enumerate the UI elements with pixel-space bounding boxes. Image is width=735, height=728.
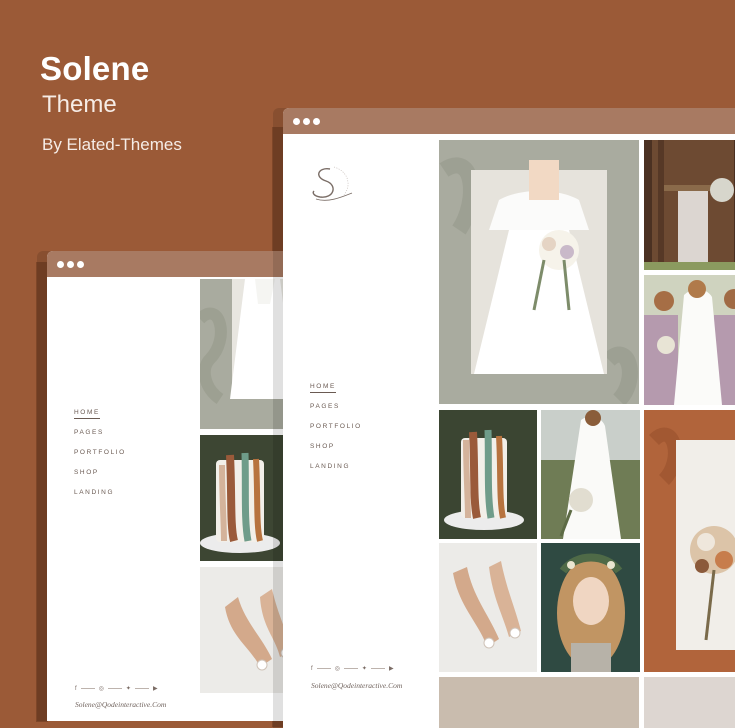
solene-logo-icon[interactable] [308,163,356,210]
bouquet-on-terracotta-photo[interactable] [644,410,735,672]
bride-in-field-photo[interactable] [541,410,640,539]
nav-item-pages[interactable]: PAGES [74,429,126,436]
instagram-icon[interactable]: ◎ [99,685,104,692]
contact-email[interactable]: Solene@Qodeinteractive.Com [75,700,166,709]
nav-item-portfolio[interactable]: PORTFOLIO [310,423,362,430]
nav-item-shop[interactable]: SHOP [310,443,362,450]
bridesmaids-in-lilac-photo[interactable] [644,275,735,405]
nav-item-shop[interactable]: SHOP [74,469,126,476]
side-nav: HOME PAGES PORTFOLIO SHOP LANDING [74,409,126,509]
window-dot-icon[interactable] [67,260,74,268]
bride-with-bouquet-photo[interactable] [439,140,639,404]
bottom-photo[interactable] [439,677,639,728]
window-dot-icon[interactable] [57,260,64,268]
instagram-icon[interactable]: ◎ [335,665,340,672]
forest-wedding-arch-photo[interactable] [644,140,735,270]
browser-window-back: HOME PAGES PORTFOLIO SHOP LANDING f ◎ ✦ … [283,108,735,728]
side-nav: HOME PAGES PORTFOLIO SHOP LANDING [310,383,362,483]
hero-subtitle: Theme [42,91,117,118]
nav-item-portfolio[interactable]: PORTFOLIO [74,449,126,456]
woman-with-flower-crown-photo[interactable] [541,543,640,672]
youtube-icon[interactable]: ▶ [153,685,158,692]
hero-title: Solene [40,50,150,87]
hero: Solene Theme By Elated-Themes [40,52,182,155]
window-dot-icon[interactable] [77,260,84,268]
bottom-photo[interactable] [644,677,735,728]
social-links: f ◎ ✦ ▶ [311,665,394,673]
contact-email[interactable]: Solene@Qodeinteractive.Com [311,681,402,690]
window-titlebar [283,108,735,134]
nav-item-landing[interactable]: LANDING [310,463,362,470]
window-titlebar [47,251,307,277]
social-links: f ◎ ✦ ▶ [75,685,158,693]
window-dot-icon[interactable] [313,117,320,125]
facebook-icon[interactable]: f [75,686,77,692]
window-dot-icon[interactable] [303,117,310,125]
nav-item-pages[interactable]: PAGES [310,403,362,410]
hero-byline: By Elated-Themes [42,135,182,154]
twitter-icon[interactable]: ✦ [126,685,131,692]
bridal-heels-photo[interactable] [439,543,537,672]
nav-item-home[interactable]: HOME [74,409,126,419]
browser-window-front: HOME PAGES PORTFOLIO SHOP LANDING f ◎ ✦ … [47,251,307,721]
twitter-icon[interactable]: ✦ [362,665,367,672]
nav-item-landing[interactable]: LANDING [74,489,126,496]
facebook-icon[interactable]: f [311,666,313,672]
nav-item-home[interactable]: HOME [310,383,362,393]
window-dot-icon[interactable] [293,117,300,125]
youtube-icon[interactable]: ▶ [389,665,394,672]
wedding-cake-with-feathers-photo[interactable] [439,410,537,539]
